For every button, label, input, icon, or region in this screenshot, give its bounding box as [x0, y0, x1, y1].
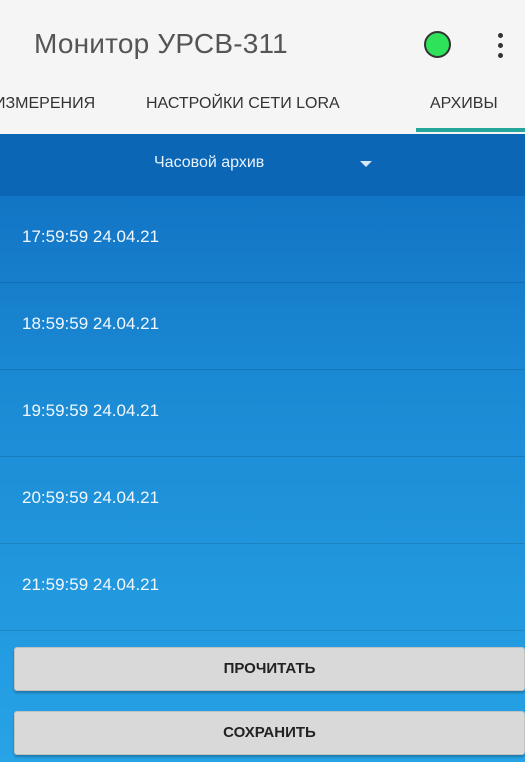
active-tab-indicator [416, 128, 525, 132]
archive-list-item[interactable]: 17:59:59 24.04.21 [0, 196, 525, 283]
archive-timestamp: 19:59:59 24.04.21 [22, 401, 160, 420]
archive-timestamp: 20:59:59 24.04.21 [22, 488, 160, 507]
archive-timestamp: 17:59:59 24.04.21 [22, 227, 160, 246]
archive-list-item[interactable]: 19:59:59 24.04.21 [0, 370, 525, 457]
tab-measurements[interactable]: ИЗМЕРЕНИЯ [0, 93, 95, 134]
overflow-menu-icon[interactable] [494, 32, 506, 60]
archive-list-item[interactable]: 20:59:59 24.04.21 [0, 457, 525, 544]
save-button[interactable]: СОХРАНИТЬ [14, 711, 525, 755]
archive-timestamp: 18:59:59 24.04.21 [22, 314, 160, 333]
tab-lora-settings[interactable]: НАСТРОЙКИ СЕТИ LORA [146, 93, 340, 134]
dropdown-arrow-icon [360, 161, 372, 167]
archive-list-item[interactable]: 18:59:59 24.04.21 [0, 283, 525, 370]
app-bar: Монитор УРСВ-311 [0, 0, 525, 88]
archive-list-item[interactable]: 21:59:59 24.04.21 [0, 544, 525, 631]
connection-status-icon [424, 31, 451, 58]
archive-timestamp: 21:59:59 24.04.21 [22, 575, 160, 594]
app-title: Монитор УРСВ-311 [34, 28, 288, 59]
archive-type-label: Часовой архив [154, 154, 265, 171]
read-button[interactable]: ПРОЧИТАТЬ [14, 647, 525, 691]
archive-type-dropdown[interactable]: Часовой архив [0, 134, 525, 196]
